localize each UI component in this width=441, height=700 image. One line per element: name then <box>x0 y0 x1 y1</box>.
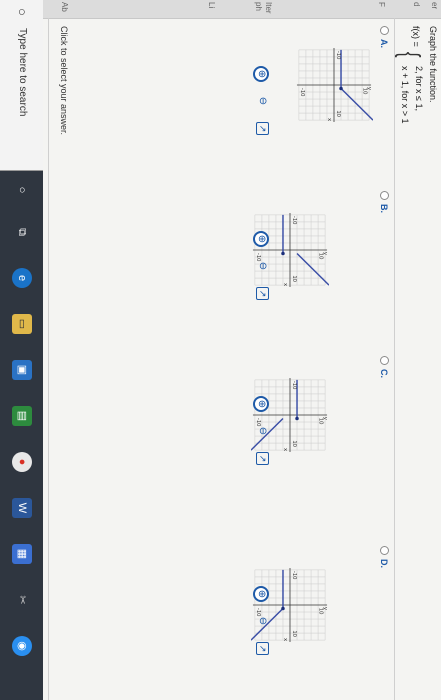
outlook-icon[interactable]: ▦ <box>12 544 32 564</box>
option-c[interactable]: C. 10 -10 10 -10 y x ⊕ ⊖ ↗ <box>249 356 389 486</box>
zoom-out-icon[interactable]: ⊖ <box>255 259 269 273</box>
side-label: d <box>412 2 421 7</box>
zoom-in-icon[interactable]: ⊕ <box>253 396 269 412</box>
axis-label: x <box>282 638 288 641</box>
taskbar: ○ Type here to search ○ ⧉ e ▭ ▣ ▤ ● W ▦ … <box>0 0 43 700</box>
blue-app-icon[interactable]: ◉ <box>12 636 32 656</box>
chrome-icon[interactable]: ● <box>12 452 32 472</box>
brace-symbol: { <box>395 51 426 58</box>
search-icon: ○ <box>15 8 30 16</box>
axis-label: y <box>322 417 328 420</box>
axis-label: y <box>322 607 328 610</box>
app-icon[interactable]: ▤ <box>12 406 32 426</box>
graph-point <box>339 86 343 91</box>
tick-label: -10 <box>291 381 297 390</box>
axis-label: y <box>366 87 372 90</box>
option-label: D. <box>379 559 389 568</box>
zoom-in-icon[interactable]: ⊕ <box>253 586 269 602</box>
axis-label: x <box>282 448 288 451</box>
case-1: 2, for x ≤ 1, <box>414 66 424 111</box>
tick-label: -10 <box>291 571 297 580</box>
file-explorer-icon[interactable]: ▭ <box>12 314 32 334</box>
popout-icon[interactable]: ↗ <box>256 642 269 655</box>
zoom-in-icon[interactable]: ⊕ <box>253 231 269 247</box>
question-prompt: Graph the function. <box>428 26 438 103</box>
tick-label: 10 <box>335 110 341 117</box>
option-d[interactable]: D. 10 -10 10 -10 y x ⊕ ⊖ ↗ <box>249 546 389 676</box>
divider <box>48 18 49 700</box>
graph-point <box>281 606 285 611</box>
instruction-text: Click to select your answer. <box>59 26 69 136</box>
axis-label: y <box>322 252 328 255</box>
rotated-page: er d F Iter ph Li Ab Graph the function.… <box>0 0 441 700</box>
side-panel: er d F Iter ph Li Ab <box>0 0 441 19</box>
zoom-out-icon[interactable]: ⊖ <box>255 424 269 438</box>
popout-icon[interactable]: ↗ <box>256 287 269 300</box>
option-a[interactable]: A. 10 -10 10 -10 y x ⊕ ⊖ ↗ <box>249 26 389 156</box>
store-icon[interactable]: ▣ <box>12 360 32 380</box>
side-label: er <box>430 2 439 10</box>
taskbar-search[interactable]: ○ Type here to search <box>0 0 43 171</box>
tick-label: 10 <box>291 275 297 282</box>
tick-label: 10 <box>291 440 297 447</box>
side-label: ph <box>254 2 263 11</box>
graph-point <box>281 251 285 256</box>
option-b[interactable]: B. 10 -10 10 -10 y x ⊕ ⊖ ↗ <box>249 191 389 321</box>
search-placeholder: Type here to search <box>17 28 28 117</box>
option-label: C. <box>379 369 389 378</box>
side-label: F <box>377 2 386 7</box>
task-view-icon[interactable]: ⧉ <box>12 222 32 242</box>
search-icon[interactable]: ○ <box>12 180 32 200</box>
radio-button[interactable] <box>380 26 389 35</box>
option-d-radio-label[interactable]: D. <box>379 546 389 568</box>
graph-tools: ⊕ ⊖ ↗ <box>249 231 269 331</box>
case-2: x + 1, for x > 1 <box>400 66 410 124</box>
edge-icon[interactable]: e <box>12 268 32 288</box>
radio-button[interactable] <box>380 356 389 365</box>
axis-label: x <box>326 118 332 121</box>
zoom-out-icon[interactable]: ⊖ <box>255 614 269 628</box>
popout-icon[interactable]: ↗ <box>256 122 269 135</box>
side-label: Li <box>207 2 216 9</box>
option-b-radio-label[interactable]: B. <box>379 191 389 213</box>
divider <box>394 18 395 700</box>
tick-label: 10 <box>291 630 297 637</box>
tick-label: -10 <box>299 88 305 97</box>
popout-icon[interactable]: ↗ <box>256 452 269 465</box>
graph-tools: ⊕ ⊖ ↗ <box>249 396 269 496</box>
option-c-radio-label[interactable]: C. <box>379 356 389 378</box>
radio-button[interactable] <box>380 191 389 200</box>
tick-label: -10 <box>291 216 297 225</box>
piecewise-function: f(x) = { 2, for x ≤ 1, x + 1, for x > 1 <box>395 26 426 124</box>
word-icon[interactable]: W <box>12 498 32 518</box>
function-lhs: f(x) = <box>411 26 421 47</box>
side-label: Ab <box>60 2 69 12</box>
option-label: A. <box>379 39 389 48</box>
zoom-in-icon[interactable]: ⊕ <box>253 66 269 82</box>
side-label: Iter <box>264 2 273 14</box>
tick-label: -10 <box>335 51 341 60</box>
zoom-out-icon[interactable]: ⊖ <box>255 94 269 108</box>
graph-tools: ⊕ ⊖ ↗ <box>249 586 269 686</box>
graph-tools: ⊕ ⊖ ↗ <box>249 66 269 166</box>
graph-point <box>295 416 299 421</box>
option-label: B. <box>379 204 389 213</box>
scissors-icon[interactable]: ✂ <box>12 590 32 610</box>
radio-button[interactable] <box>380 546 389 555</box>
question-area: Graph the function. f(x) = { 2, for x ≤ … <box>45 18 441 700</box>
graph-a: 10 -10 10 -10 y x <box>295 46 374 124</box>
option-a-radio-label[interactable]: A. <box>379 26 389 48</box>
graph-svg: 10 -10 10 -10 y x <box>296 47 374 123</box>
axis-label: x <box>282 283 288 286</box>
